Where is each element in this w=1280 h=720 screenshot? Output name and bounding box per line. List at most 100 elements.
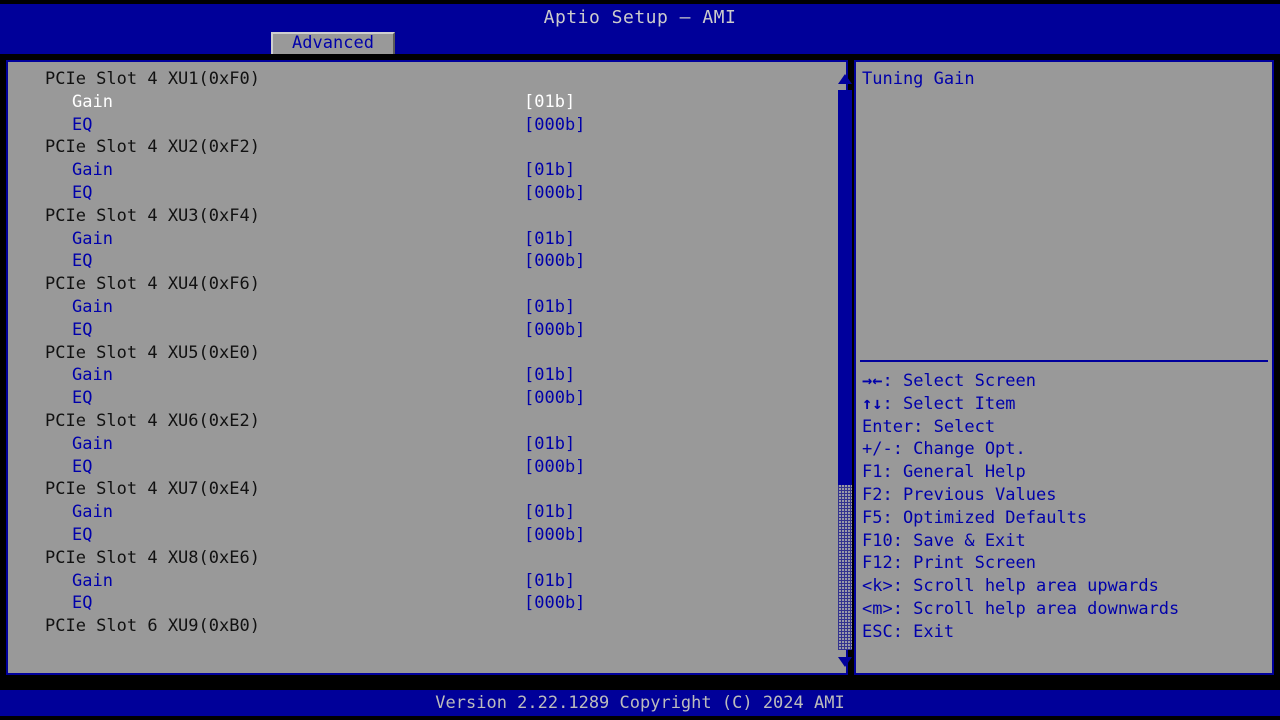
settings-group-header: PCIe Slot 4 XU7(0xE4)	[8, 478, 818, 501]
setting-label: Gain	[72, 501, 113, 524]
version-text: Version 2.22.1289 Copyright (C) 2024 AMI	[0, 690, 1280, 716]
setting-label: EQ	[72, 182, 92, 205]
shortcut-label: ESC: Exit	[862, 622, 954, 642]
scroll-up-arrow-icon[interactable]	[838, 72, 852, 86]
settings-group-header: PCIe Slot 4 XU3(0xF4)	[8, 205, 818, 228]
shortcut-row: <m>: Scroll help area downwards	[862, 598, 1272, 621]
shortcut-label: : Select Item	[882, 394, 1015, 414]
settings-row[interactable]: Gain[01b]	[8, 570, 818, 593]
setting-value[interactable]: [01b]	[524, 501, 575, 524]
settings-row[interactable]: Gain [01b]	[8, 228, 818, 251]
settings-row[interactable]: EQ [000b]	[8, 387, 818, 410]
shortcut-label: F2: Previous Values	[862, 485, 1056, 505]
shortcut-key-glyph-icon: →←	[862, 371, 882, 391]
setting-label: Gain	[72, 433, 113, 456]
setting-label: Gain	[72, 159, 113, 182]
settings-list: PCIe Slot 4 XU1(0xF0)Gain[01b]EQ[000b]PC…	[8, 68, 818, 638]
scroll-down-arrow-icon[interactable]	[838, 655, 852, 669]
setting-value[interactable]: [000b]	[524, 250, 585, 273]
setting-value[interactable]: [000b]	[524, 456, 585, 479]
help-description: Tuning Gain	[862, 68, 1266, 91]
settings-row[interactable]: Gain [01b]	[8, 296, 818, 319]
scrollbar-thumb[interactable]	[838, 90, 852, 485]
shortcut-row: ESC: Exit	[862, 621, 1272, 644]
settings-group-header: PCIe Slot 6 XU9(0xB0)	[8, 615, 818, 638]
shortcut-label: F10: Save & Exit	[862, 531, 1026, 551]
settings-row[interactable]: EQ [000b]	[8, 250, 818, 273]
settings-group-header: PCIe Slot 4 XU1(0xF0)	[8, 68, 818, 91]
group-header-label: PCIe Slot 4 XU8(0xE6)	[45, 547, 260, 570]
settings-row[interactable]: Gain [01b]	[8, 91, 818, 114]
settings-row[interactable]: EQ [000b]	[8, 592, 818, 615]
shortcut-key-glyph-icon: ↑↓	[862, 394, 882, 414]
title-bar: Aptio Setup – AMI	[0, 4, 1280, 32]
settings-row[interactable]: Gain [01b]	[8, 433, 818, 456]
settings-row[interactable]: Gain [01b]	[8, 364, 818, 387]
settings-row[interactable]: EQ [000b]	[8, 182, 818, 205]
setting-value[interactable]: [000b]	[524, 319, 585, 342]
help-divider	[860, 360, 1268, 362]
tab-advanced[interactable]: Advanced	[271, 32, 395, 54]
setting-label: EQ	[72, 250, 92, 273]
footer-bar: Version 2.22.1289 Copyright (C) 2024 AMI	[0, 690, 1280, 716]
settings-group-header: PCIe Slot 4 XU8(0xE6)	[8, 547, 818, 570]
settings-group-header: PCIe Slot 4 XU2(0xF2)	[8, 136, 818, 159]
shortcut-row: →←: Select Screen	[862, 370, 1272, 393]
setting-label: Gain	[72, 364, 113, 387]
setting-label: EQ	[72, 114, 92, 137]
shortcut-row: +/-: Change Opt.	[862, 438, 1272, 461]
settings-row[interactable]: EQ [000b]	[8, 524, 818, 547]
shortcut-label: F12: Print Screen	[862, 553, 1036, 573]
setting-label: EQ	[72, 387, 92, 410]
setting-value[interactable]: [01b]	[524, 570, 575, 593]
bios-setup-screen: Aptio Setup – AMI Advanced PCIe Slot 4 X…	[0, 0, 1280, 720]
group-header-label: PCIe Slot 4 XU2(0xF2)	[45, 136, 260, 159]
setting-label: EQ	[72, 456, 92, 479]
group-header-label: PCIe Slot 6 XU9(0xB0)	[45, 615, 260, 638]
group-header-label: PCIe Slot 4 XU4(0xF6)	[45, 273, 260, 296]
setting-value[interactable]: [01b]	[524, 296, 575, 319]
setting-value[interactable]: [000b]	[524, 592, 585, 615]
setting-label: Gain	[72, 228, 113, 251]
settings-group-header: PCIe Slot 4 XU6(0xE2)	[8, 410, 818, 433]
group-header-label: PCIe Slot 4 XU3(0xF4)	[45, 205, 260, 228]
settings-group-header: PCIe Slot 4 XU4(0xF6)	[8, 273, 818, 296]
help-panel: Tuning Gain →←: Select Screen↑↓: Select …	[854, 60, 1274, 675]
tab-strip: Advanced	[0, 32, 1280, 54]
settings-row[interactable]: EQ [000b]	[8, 456, 818, 479]
shortcut-row: F12: Print Screen	[862, 552, 1272, 575]
setting-value[interactable]: [01b]	[524, 364, 575, 387]
shortcut-row: F5: Optimized Defaults	[862, 507, 1272, 530]
settings-row[interactable]: Gain [01b]	[8, 159, 818, 182]
setting-value[interactable]: [000b]	[524, 524, 585, 547]
shortcut-label: F5: Optimized Defaults	[862, 508, 1087, 528]
setting-label: EQ	[72, 592, 92, 615]
setting-value[interactable]: [01b]	[524, 159, 575, 182]
menu-scrollbar[interactable]	[836, 68, 854, 671]
setting-value[interactable]: [000b]	[524, 114, 585, 137]
settings-menu-panel: PCIe Slot 4 XU1(0xF0)Gain[01b]EQ[000b]PC…	[6, 60, 848, 675]
shortcut-label: +/-: Change Opt.	[862, 439, 1026, 459]
shortcut-label: <k>: Scroll help area upwards	[862, 576, 1159, 596]
setting-value[interactable]: [01b]	[524, 91, 575, 114]
setting-value[interactable]: [01b]	[524, 228, 575, 251]
shortcut-row: F10: Save & Exit	[862, 530, 1272, 553]
shortcut-label: Enter: Select	[862, 417, 995, 437]
setting-label: Gain	[72, 91, 113, 114]
shortcut-row: Enter: Select	[862, 416, 1272, 439]
settings-row[interactable]: EQ[000b]	[8, 319, 818, 342]
shortcut-label: F1: General Help	[862, 462, 1026, 482]
setting-value[interactable]: [000b]	[524, 182, 585, 205]
setting-label: EQ	[72, 524, 92, 547]
body-area: PCIe Slot 4 XU1(0xF0)Gain[01b]EQ[000b]PC…	[0, 54, 1280, 684]
settings-group-header: PCIe Slot 4 XU5(0xE0)	[8, 342, 818, 365]
setting-label: Gain	[72, 296, 113, 319]
setting-value[interactable]: [01b]	[524, 433, 575, 456]
shortcut-row: ↑↓: Select Item	[862, 393, 1272, 416]
shortcut-label: <m>: Scroll help area downwards	[862, 599, 1179, 619]
settings-row[interactable]: Gain [01b]	[8, 501, 818, 524]
settings-row[interactable]: EQ [000b]	[8, 114, 818, 137]
group-header-label: PCIe Slot 4 XU5(0xE0)	[45, 342, 260, 365]
group-header-label: PCIe Slot 4 XU6(0xE2)	[45, 410, 260, 433]
setting-value[interactable]: [000b]	[524, 387, 585, 410]
